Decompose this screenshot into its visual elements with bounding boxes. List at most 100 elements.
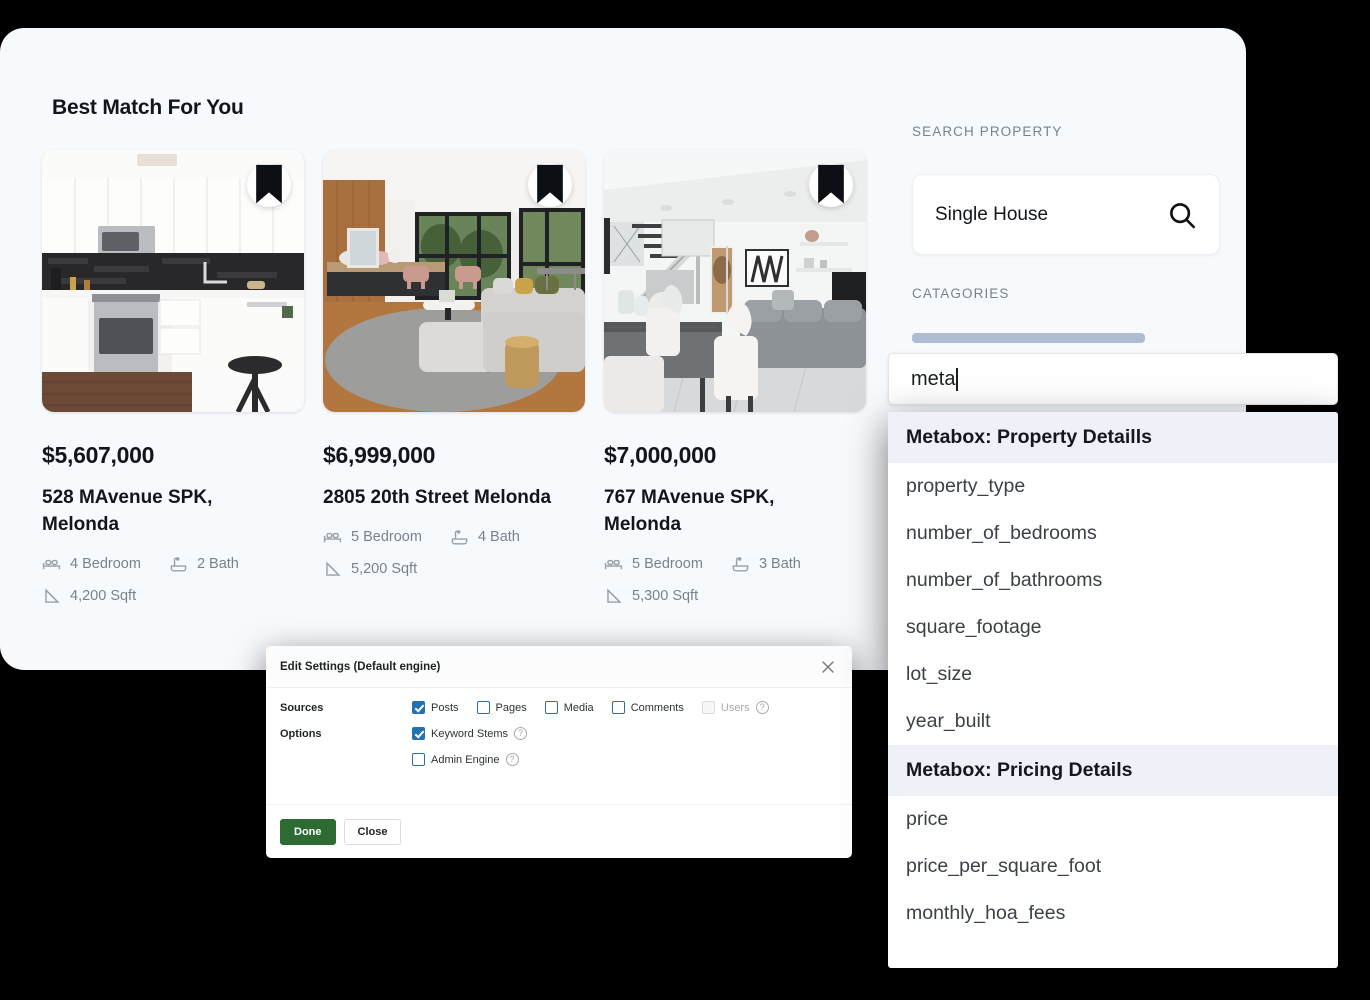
bedroom-count: 5 Bedroom — [632, 556, 703, 573]
dialog-footer: Done Close — [266, 804, 852, 858]
search-icon[interactable] — [1167, 200, 1197, 230]
property-card[interactable]: $7,000,000 767 MAvenue SPK, Melonda 5 Be… — [604, 150, 866, 606]
checkbox-posts[interactable]: Posts — [412, 701, 459, 714]
area-icon — [323, 560, 342, 579]
sqft-spec: 4,200 Sqft — [42, 587, 136, 606]
property-card[interactable]: $5,607,000 528 MAvenue SPK, Melonda 4 Be… — [42, 150, 304, 606]
autocomplete-option[interactable]: monthly_hoa_fees — [888, 890, 1338, 937]
sqft-value: 5,300 Sqft — [632, 588, 699, 605]
area-icon — [604, 587, 623, 606]
category-placeholder-bar — [912, 333, 1145, 343]
checkbox-label: Keyword Stems — [431, 727, 509, 740]
bookmark-button[interactable] — [528, 163, 572, 207]
help-icon[interactable]: ? — [755, 701, 769, 714]
checkbox-box — [701, 701, 715, 714]
property-thumbnail[interactable] — [323, 150, 585, 412]
property-area-row: 4,200 Sqft — [42, 587, 304, 606]
checkbox-label: Pages — [495, 701, 527, 714]
property-thumbnail[interactable] — [42, 150, 304, 412]
bath-count: 2 Bath — [196, 556, 239, 573]
bed-icon — [604, 555, 623, 574]
options-row: Options Keyword Stems ? Admin Engine ? — [280, 727, 838, 766]
sources-checkbox-group: Posts Pages Media Comments Users ? — [412, 701, 769, 714]
autocomplete-input-value[interactable]: meta — [911, 368, 955, 391]
dialog-header: Edit Settings (Default engine) — [266, 646, 852, 688]
bookmark-button[interactable] — [247, 163, 291, 207]
autocomplete-group-header: Metabox: Property Detaills — [888, 412, 1338, 463]
text-caret — [956, 367, 958, 391]
bed-icon — [42, 555, 61, 574]
bedroom-spec: 5 Bedroom — [604, 555, 703, 574]
checkbox-box[interactable] — [476, 701, 490, 714]
checkbox-comments[interactable]: Comments — [611, 701, 684, 714]
property-specs-row: 5 Bedroom 3 Bath — [604, 555, 866, 574]
autocomplete-option[interactable]: property_type — [888, 463, 1338, 510]
help-icon[interactable]: ? — [514, 727, 528, 740]
autocomplete-group-header: Metabox: Pricing Details — [888, 745, 1338, 796]
search-property-label: SEARCH PROPERTY — [912, 124, 1063, 139]
bath-spec: 4 Bath — [450, 528, 520, 547]
help-icon[interactable]: ? — [505, 753, 519, 766]
property-area-row: 5,200 Sqft — [323, 560, 585, 579]
property-price: $5,607,000 — [42, 442, 155, 468]
bedroom-spec: 4 Bedroom — [42, 555, 141, 574]
done-button[interactable]: Done — [280, 818, 336, 845]
bath-icon — [450, 528, 469, 547]
checkbox-label: Posts — [431, 701, 459, 714]
bath-icon — [731, 555, 750, 574]
property-address: 767 MAvenue SPK, Melonda — [604, 487, 775, 535]
screen: Best Match For You $5,607,000 528 MAvenu… — [0, 0, 1370, 1000]
autocomplete-results-list[interactable]: Metabox: Property Detaills property_type… — [888, 412, 1338, 968]
checkbox-pages[interactable]: Pages — [476, 701, 527, 714]
bath-count: 3 Bath — [758, 556, 801, 573]
checkbox-box[interactable] — [412, 753, 425, 766]
checkbox-label: Users — [720, 701, 750, 714]
sqft-spec: 5,300 Sqft — [604, 587, 698, 606]
checkbox-label: Comments — [630, 701, 684, 714]
checkbox-keyword-stems[interactable]: Keyword Stems ? — [412, 727, 528, 740]
categories-label: CATAGORIES — [912, 286, 1010, 301]
search-property-field[interactable]: Single House — [912, 174, 1220, 255]
close-icon[interactable] — [818, 657, 838, 677]
dialog-title: Edit Settings (Default engine) — [280, 660, 441, 673]
checkbox-label: Admin Engine — [431, 753, 500, 766]
bath-icon — [169, 555, 188, 574]
bedroom-spec: 5 Bedroom — [323, 528, 422, 547]
bedroom-count: 4 Bedroom — [70, 556, 141, 573]
autocomplete-option[interactable]: square_footage — [888, 604, 1338, 651]
bookmark-icon — [256, 164, 282, 204]
checkbox-box[interactable] — [611, 701, 625, 714]
autocomplete-search-input[interactable]: meta — [888, 353, 1338, 405]
bath-spec: 2 Bath — [169, 555, 239, 574]
bookmark-button[interactable] — [809, 163, 853, 207]
autocomplete-option[interactable]: number_of_bedrooms — [888, 510, 1338, 557]
checkbox-box[interactable] — [412, 727, 425, 740]
property-address: 2805 20th Street Melonda — [323, 487, 552, 508]
autocomplete-option[interactable]: lot_size — [888, 651, 1338, 698]
checkbox-box[interactable] — [412, 701, 425, 714]
close-button[interactable]: Close — [343, 818, 402, 845]
property-card[interactable]: $6,999,000 2805 20th Street Melonda 5 Be… — [323, 150, 585, 606]
bath-spec: 3 Bath — [731, 555, 801, 574]
checkbox-label: Media — [563, 701, 594, 714]
autocomplete-option[interactable]: price_per_square_foot — [888, 843, 1338, 890]
dialog-body: Sources Posts Pages Media Comments Users… — [266, 688, 852, 766]
property-card-list: $5,607,000 528 MAvenue SPK, Melonda 4 Be… — [42, 150, 866, 606]
autocomplete-option[interactable]: year_built — [888, 698, 1338, 745]
checkbox-admin-engine[interactable]: Admin Engine ? — [412, 753, 527, 766]
property-specs-row: 5 Bedroom 4 Bath — [323, 528, 585, 547]
sqft-value: 5,200 Sqft — [351, 561, 418, 578]
checkbox-media[interactable]: Media — [544, 701, 594, 714]
autocomplete-option[interactable]: number_of_bathrooms — [888, 557, 1338, 604]
sources-label: Sources — [280, 702, 324, 714]
autocomplete-option[interactable]: price — [888, 796, 1338, 843]
search-input-value[interactable]: Single House — [935, 204, 1167, 226]
options-label: Options — [280, 728, 322, 740]
property-thumbnail[interactable] — [604, 150, 866, 412]
bedroom-count: 5 Bedroom — [351, 529, 422, 546]
options-checkbox-group: Keyword Stems ? Admin Engine ? — [412, 727, 528, 766]
property-specs-row: 4 Bedroom 2 Bath — [42, 555, 304, 574]
checkbox-box[interactable] — [544, 701, 558, 714]
sources-row: Sources Posts Pages Media Comments Users… — [280, 701, 838, 714]
property-price: $6,999,000 — [323, 442, 436, 468]
